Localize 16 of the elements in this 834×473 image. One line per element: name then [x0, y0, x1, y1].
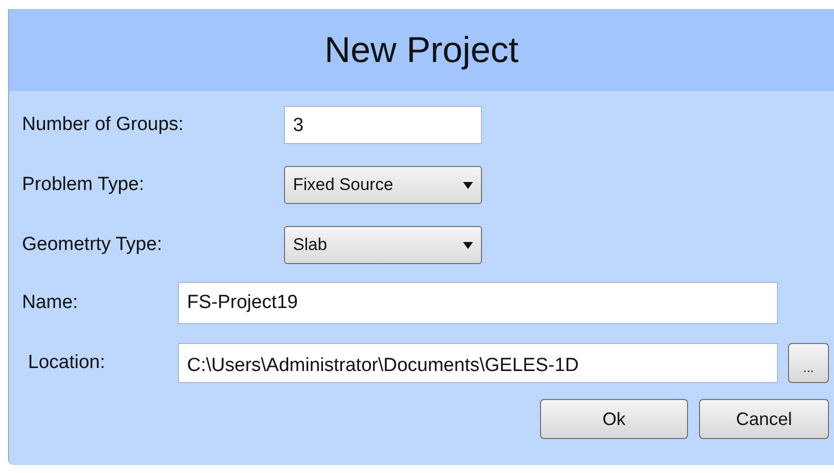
- field-label: Number of Groups:: [22, 112, 185, 137]
- input-field[interactable]: FS-Project19: [178, 282, 778, 324]
- caret-icon: [463, 242, 473, 248]
- field-label: Location:: [28, 350, 106, 375]
- dropdown[interactable]: Slab: [284, 226, 482, 264]
- input-field[interactable]: 3: [284, 106, 482, 144]
- input-field[interactable]: C:\Users\Administrator\Documents\GELES-1D: [178, 343, 778, 383]
- window-title: New Project: [324, 28, 519, 72]
- caret-icon: [463, 182, 473, 188]
- browse-button[interactable]: ...: [788, 343, 829, 383]
- ok-button[interactable]: Ok: [540, 399, 688, 439]
- field-label: Geometrty Type:: [22, 232, 164, 257]
- field-label: Problem Type:: [22, 172, 146, 197]
- dropdown[interactable]: Fixed Source: [284, 166, 482, 204]
- cancel-button[interactable]: Cancel: [699, 399, 829, 439]
- field-label: Name:: [22, 290, 79, 315]
